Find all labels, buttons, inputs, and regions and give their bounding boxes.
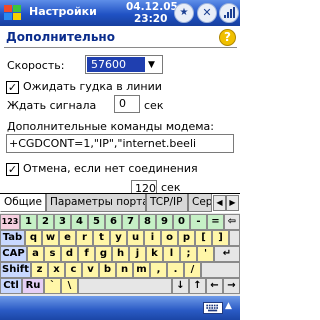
key-ru[interactable]: Ru <box>22 278 44 294</box>
key-b[interactable]: b <box>99 262 116 278</box>
key-minus[interactable]: - <box>190 214 207 230</box>
key-h[interactable]: h <box>112 246 129 262</box>
key-o[interactable]: o <box>161 230 178 246</box>
enter-key-lower[interactable] <box>201 262 240 278</box>
key-8[interactable]: 8 <box>139 214 156 230</box>
arrow-up-key[interactable]: ↑ <box>189 278 206 294</box>
key-p[interactable]: p <box>178 230 195 246</box>
key-a[interactable]: a <box>27 246 44 262</box>
key-v[interactable]: v <box>82 262 99 278</box>
time-display: 23:20 <box>134 13 168 25</box>
key-9[interactable]: 9 <box>156 214 173 230</box>
key-shift[interactable]: Shift <box>0 262 31 278</box>
windows-start-icon[interactable] <box>2 2 24 24</box>
chevron-down-icon[interactable]: ▼ <box>148 60 155 70</box>
key-semicolon[interactable]: ; <box>180 246 197 262</box>
key-comma[interactable]: , <box>150 262 167 278</box>
key-d[interactable]: d <box>61 246 78 262</box>
key-4[interactable]: 4 <box>71 214 88 230</box>
key-quote[interactable]: ' <box>197 246 214 262</box>
star-icon[interactable]: ★ <box>174 3 194 23</box>
key-tab[interactable]: Tab <box>0 230 25 246</box>
wait-unit-label: сек <box>144 99 164 112</box>
key-equals[interactable]: = <box>207 214 224 230</box>
key-6[interactable]: 6 <box>105 214 122 230</box>
key-7[interactable]: 7 <box>122 214 139 230</box>
soft-keyboard: 123 1 2 3 4 5 6 7 8 9 0 - = ⇦ Tab q w e … <box>0 213 240 296</box>
key-c[interactable]: c <box>65 262 82 278</box>
key-e[interactable]: e <box>59 230 76 246</box>
key-ctrl[interactable]: Ctl <box>0 278 22 294</box>
help-icon[interactable]: ? <box>219 29 236 46</box>
key-backslash[interactable]: \ <box>61 278 78 294</box>
key-123[interactable]: 123 <box>0 214 20 230</box>
date-display: 04.12.05 <box>126 1 178 13</box>
arrow-right-key[interactable]: → <box>223 278 240 294</box>
keyboard-icon[interactable] <box>203 302 223 314</box>
signal-strength-icon[interactable] <box>219 3 239 23</box>
tab-tcpip[interactable]: TCP/IP <box>146 194 188 212</box>
tab-server[interactable]: Сер <box>188 194 212 212</box>
key-3[interactable]: 3 <box>54 214 71 230</box>
key-m[interactable]: m <box>133 262 150 278</box>
speed-value: 57600 <box>87 57 145 72</box>
enter-key[interactable]: ↵ <box>214 246 240 262</box>
extra-commands-input[interactable]: +CGDCONT=1,"IP","internet.beeli <box>6 134 234 153</box>
key-0[interactable]: 0 <box>173 214 190 230</box>
close-icon[interactable]: ✕ <box>197 3 217 23</box>
key-x[interactable]: x <box>48 262 65 278</box>
key-bracket-right[interactable]: ] <box>212 230 229 246</box>
key-q[interactable]: q <box>25 230 42 246</box>
speed-label: Скорость: <box>7 59 65 72</box>
tab-scroll-right-icon[interactable]: ▶ <box>226 195 239 211</box>
timeout-input[interactable]: 120 <box>131 180 157 194</box>
key-l[interactable]: l <box>163 246 180 262</box>
arrow-left-key[interactable]: ← <box>206 278 223 294</box>
app-title: Настройки <box>29 5 97 18</box>
key-k[interactable]: k <box>146 246 163 262</box>
key-slash[interactable]: / <box>184 262 201 278</box>
tab-port-params[interactable]: Параметры порта <box>46 194 146 212</box>
page-title: Дополнительно <box>6 30 115 44</box>
backspace-key[interactable]: ⇦ <box>224 214 240 230</box>
key-i[interactable]: i <box>144 230 161 246</box>
tab-general[interactable]: Общие <box>0 194 46 212</box>
key-z[interactable]: z <box>31 262 48 278</box>
key-g[interactable]: g <box>95 246 112 262</box>
wait-signal-input[interactable]: 0 <box>114 95 140 113</box>
key-t[interactable]: t <box>93 230 110 246</box>
header-divider <box>4 47 237 48</box>
key-backtick[interactable]: ` <box>44 278 61 294</box>
dial-tone-checkbox[interactable]: ✓ <box>6 81 19 94</box>
arrow-down-key[interactable]: ↓ <box>172 278 189 294</box>
key-caps[interactable]: CAP <box>0 246 27 262</box>
cancel-checkbox[interactable]: ✓ <box>6 163 19 176</box>
chevron-up-icon[interactable]: ▲ <box>225 301 232 311</box>
key-n[interactable]: n <box>116 262 133 278</box>
key-bracket-left[interactable]: [ <box>195 230 212 246</box>
key-f[interactable]: f <box>78 246 95 262</box>
key-y[interactable]: y <box>110 230 127 246</box>
key-2[interactable]: 2 <box>37 214 54 230</box>
key-filler <box>229 230 240 246</box>
key-5[interactable]: 5 <box>88 214 105 230</box>
key-r[interactable]: r <box>76 230 93 246</box>
dial-tone-label: Ожидать гудка в линии <box>23 80 162 93</box>
key-u[interactable]: u <box>127 230 144 246</box>
cancel-label: Отмена, если нет соединения <box>23 162 198 175</box>
extra-commands-label: Дополнительные команды модема: <box>7 120 214 133</box>
key-s[interactable]: s <box>44 246 61 262</box>
key-j[interactable]: j <box>129 246 146 262</box>
key-1[interactable]: 1 <box>20 214 37 230</box>
key-period[interactable]: . <box>167 262 184 278</box>
wait-signal-label: Ждать сигнала <box>7 99 97 112</box>
key-w[interactable]: w <box>42 230 59 246</box>
tab-scroll-left-icon[interactable]: ◀ <box>213 195 226 211</box>
space-key[interactable] <box>78 278 172 294</box>
speed-dropdown[interactable]: 57600 ▼ <box>85 55 163 74</box>
